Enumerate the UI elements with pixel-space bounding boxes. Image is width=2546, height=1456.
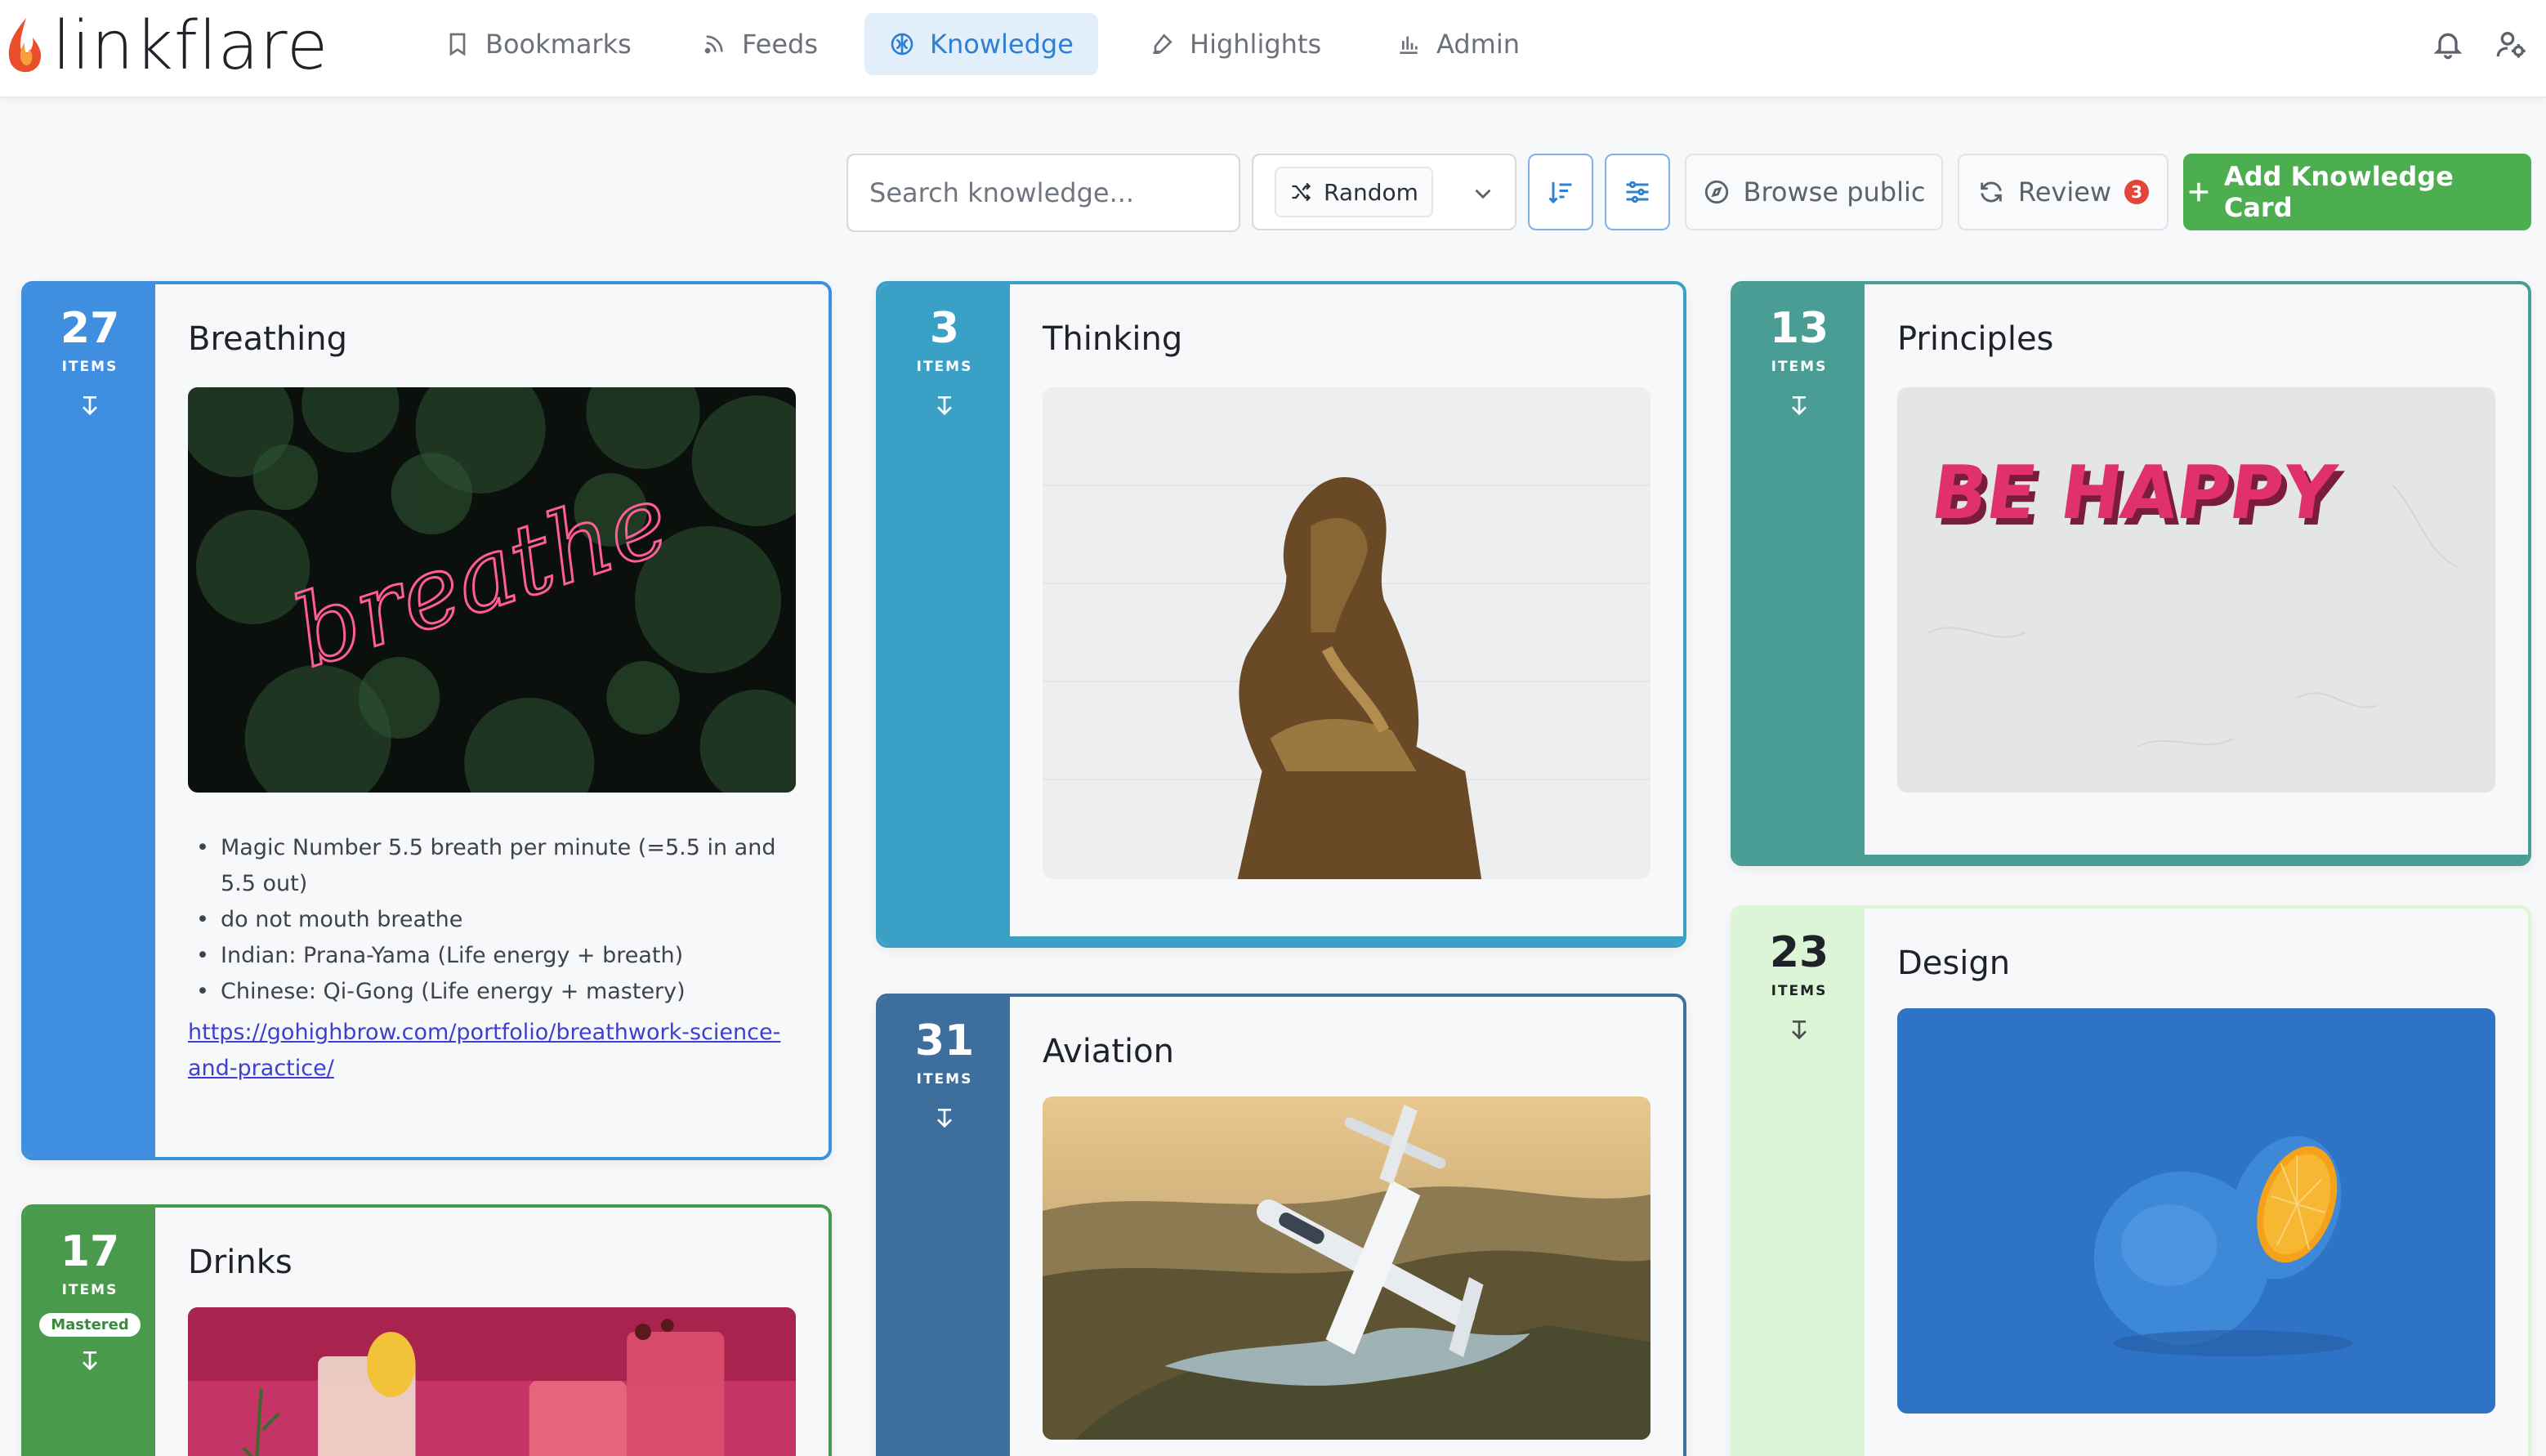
card-body: Aviation <box>1010 997 1683 1456</box>
knowledge-card-drinks[interactable]: 17 ITEMS Mastered Drinks <box>21 1204 832 1456</box>
note-item: Indian: Prana-Yama (Life energy + breath… <box>188 938 796 974</box>
nav-label: Feeds <box>742 29 819 60</box>
expand-arrow-icon[interactable] <box>931 393 958 419</box>
mastered-badge: Mastered <box>39 1313 141 1338</box>
sort-button[interactable] <box>1528 154 1593 230</box>
shuffle-icon <box>1292 182 1311 202</box>
knowledge-card-design[interactable]: 23 ITEMS Design <box>1731 905 2531 1456</box>
nav-highlights[interactable]: Highlights <box>1124 13 1346 75</box>
card-body: Drinks <box>155 1208 829 1456</box>
nav-knowledge[interactable]: Knowledge <box>864 13 1098 75</box>
note-item: Magic Number 5.5 breath per minute (=5.5… <box>188 830 796 902</box>
card-sidebar: 27 ITEMS <box>25 284 155 1157</box>
order-value: Random <box>1275 167 1433 217</box>
card-title[interactable]: Principles <box>1897 320 2495 358</box>
card-sidebar: 23 ITEMS <box>1734 909 1865 1456</box>
card-sidebar: 17 ITEMS Mastered <box>25 1208 155 1456</box>
add-knowledge-card-label: Add Knowledge Card <box>2223 161 2454 223</box>
expand-arrow-icon[interactable] <box>1786 393 1812 419</box>
review-count-badge: 3 <box>2124 180 2150 204</box>
filter-button[interactable] <box>1605 154 1670 230</box>
card-body: Design <box>1865 909 2528 1456</box>
bookmark-icon <box>449 33 466 56</box>
nav-label: Highlights <box>1190 29 1322 60</box>
knowledge-card-aviation[interactable]: 31 ITEMS Aviation <box>876 994 1686 1456</box>
item-count: 3 <box>929 304 960 353</box>
compass-icon <box>1704 180 1728 204</box>
sort-descending-icon <box>1548 182 1572 204</box>
note-item: Chinese: Qi-Gong (Life energy + mastery) <box>188 974 796 1010</box>
chevron-down-icon <box>1475 189 1491 199</box>
items-label: ITEMS <box>916 1071 973 1088</box>
nav-label: Admin <box>1436 29 1520 60</box>
highlighter-icon <box>1153 33 1172 54</box>
card-body: Breathing breathe Magic Number 5.5 br <box>155 284 829 1157</box>
card-notes: Magic Number 5.5 breath per minute (=5.5… <box>188 830 796 1087</box>
item-count: 13 <box>1769 304 1829 353</box>
card-image-blue-orange <box>1897 1008 2495 1414</box>
items-label: ITEMS <box>1771 983 1828 1000</box>
card-body: Principles BE HAPPY BE HAPPY <box>1865 284 2528 863</box>
brain-icon <box>891 33 913 56</box>
rss-icon <box>704 35 723 54</box>
items-label: ITEMS <box>61 1282 118 1299</box>
items-label: ITEMS <box>61 359 118 376</box>
card-image-drinks <box>188 1307 796 1456</box>
bell-icon[interactable] <box>2432 28 2464 60</box>
expand-arrow-icon[interactable] <box>77 393 103 419</box>
expand-arrow-icon[interactable] <box>931 1105 958 1132</box>
note-link[interactable]: https://gohighbrow.com/portfolio/breathw… <box>188 1015 796 1087</box>
card-image-aircraft <box>1043 1096 1650 1440</box>
card-title[interactable]: Design <box>1897 945 2495 982</box>
refresh-icon <box>1981 181 2002 203</box>
order-select[interactable]: Random <box>1252 154 1516 230</box>
nav-bookmarks[interactable]: Bookmarks <box>420 13 656 75</box>
item-count: 27 <box>60 304 120 353</box>
card-title[interactable]: Aviation <box>1043 1033 1650 1070</box>
user-settings-icon[interactable] <box>2495 28 2528 60</box>
card-body: Thinking <box>1010 284 1683 945</box>
order-label: Random <box>1324 178 1418 206</box>
knowledge-card-principles[interactable]: 13 ITEMS Principles BE HAPPY BE HAPPY <box>1731 281 2531 866</box>
search-input[interactable] <box>846 154 1240 232</box>
card-sidebar: 31 ITEMS <box>879 997 1010 1456</box>
knowledge-card-thinking[interactable]: 3 ITEMS Thinking <box>876 281 1686 948</box>
sliders-icon <box>1626 181 1649 203</box>
review-button[interactable]: Review 3 <box>1958 154 2169 230</box>
card-sidebar: 3 ITEMS <box>879 284 1010 945</box>
browse-public-label: Browse public <box>1743 176 1926 208</box>
card-image-thinker-statue <box>1043 387 1650 879</box>
item-count: 31 <box>914 1016 975 1065</box>
linkflare-logo[interactable]: linkflare <box>5 10 328 83</box>
nav-label: Knowledge <box>930 29 1074 60</box>
plus-icon <box>2189 182 2209 202</box>
bar-chart-icon <box>1400 36 1418 54</box>
card-image-be-happy: BE HAPPY BE HAPPY <box>1897 387 2495 793</box>
card-image-breathe: breathe <box>188 387 796 793</box>
nav-admin[interactable]: Admin <box>1371 13 1544 75</box>
items-label: ITEMS <box>916 359 973 376</box>
knowledge-card-breathing[interactable]: 27 ITEMS Breathing breathe • Magic Numbe… <box>21 281 832 1160</box>
card-title[interactable]: Drinks <box>188 1244 796 1281</box>
expand-arrow-icon[interactable] <box>1786 1017 1812 1043</box>
nav-feeds[interactable]: Feeds <box>677 13 842 75</box>
flame-logo-icon <box>8 18 42 73</box>
note-item: do not mouth breathe <box>188 902 796 938</box>
card-title[interactable]: Thinking <box>1043 320 1650 358</box>
add-knowledge-card-button[interactable]: Add Knowledge Card <box>2183 154 2531 230</box>
brand-name: linkflare <box>52 7 329 85</box>
item-count: 17 <box>60 1227 120 1276</box>
expand-arrow-icon[interactable] <box>77 1348 103 1374</box>
nav-label: Bookmarks <box>485 29 632 60</box>
card-title[interactable]: Breathing <box>188 320 796 358</box>
card-sidebar: 13 ITEMS <box>1734 284 1865 863</box>
be-happy-text: BE HAPPY <box>1927 451 2342 537</box>
item-count: 23 <box>1769 928 1829 977</box>
browse-public-button[interactable]: Browse public <box>1685 154 1943 230</box>
items-label: ITEMS <box>1771 359 1828 376</box>
review-label: Review <box>2017 176 2112 208</box>
top-navigation-bar: linkflare Bookmarks Feeds Knowledge High… <box>0 0 2546 98</box>
